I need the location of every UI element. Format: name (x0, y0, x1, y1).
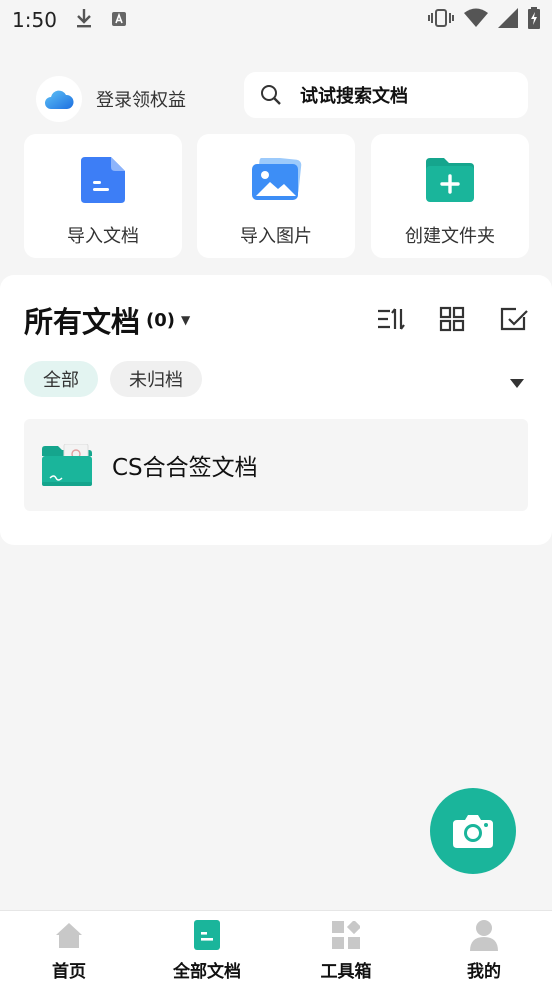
text-a-icon (111, 8, 127, 32)
image-icon (252, 158, 302, 200)
folder-add-icon (426, 158, 474, 202)
docs-title-dropdown[interactable]: 所有文档 (0) ▼ (24, 299, 190, 341)
battery-icon (528, 6, 540, 34)
search-icon (261, 85, 281, 105)
camera-icon (453, 815, 493, 848)
status-bar: 1:50 (0, 0, 552, 40)
filter-chip-unarchived[interactable]: 未归档 (110, 361, 202, 397)
signal-icon (498, 7, 518, 33)
import-image-button[interactable]: 导入图片 (197, 134, 355, 258)
sort-button[interactable] (374, 303, 406, 335)
nav-profile[interactable]: 我的 (424, 917, 544, 983)
login-link[interactable]: 登录领权益 (96, 86, 186, 112)
toolbox-icon (332, 921, 360, 949)
cloud-icon (45, 90, 74, 109)
nav-profile-label: 我的 (467, 962, 501, 982)
wifi-icon (464, 8, 488, 33)
vibrate-icon (428, 8, 454, 33)
status-time: 1:50 (12, 8, 57, 32)
search-input[interactable]: 试试搜索文档 (244, 72, 528, 118)
import-doc-button[interactable]: 导入文档 (24, 134, 182, 258)
cloud-avatar[interactable] (36, 76, 82, 122)
bottom-nav: 首页 全部文档 工具箱 我的 (0, 910, 552, 987)
nav-toolbox-label: 工具箱 (320, 962, 372, 982)
search-placeholder: 试试搜索文档 (300, 86, 408, 107)
folder-icon (42, 444, 92, 486)
profile-icon (470, 920, 498, 951)
caret-down-icon: ▼ (181, 313, 191, 327)
doc-icon (81, 157, 125, 203)
checkbox-edit-icon (500, 307, 528, 331)
home-icon (56, 923, 82, 948)
nav-home[interactable]: 首页 (9, 917, 129, 983)
page-title: 所有文档 (24, 305, 141, 339)
grid-view-button[interactable] (436, 303, 468, 335)
nav-all-docs-label: 全部文档 (173, 962, 241, 982)
docs-panel: 所有文档 (0) ▼ 全部 未归档 CS合合签文档 (0, 275, 552, 545)
nav-toolbox[interactable]: 工具箱 (286, 917, 406, 983)
header: 登录领权益 试试搜索文档 (0, 70, 552, 126)
sort-icon (378, 308, 405, 330)
grid-icon (439, 306, 465, 332)
select-button[interactable] (498, 303, 530, 335)
create-folder-button[interactable]: 创建文件夹 (371, 134, 529, 258)
import-doc-label: 导入文档 (67, 226, 139, 247)
camera-button[interactable] (430, 788, 516, 874)
docs-count: (0) (146, 309, 175, 331)
create-folder-label: 创建文件夹 (405, 226, 495, 247)
list-item[interactable]: CS合合签文档 (24, 419, 528, 511)
import-image-label: 导入图片 (240, 226, 312, 247)
docs-icon (194, 920, 220, 950)
download-icon (75, 7, 93, 34)
nav-all-docs[interactable]: 全部文档 (147, 917, 267, 983)
filter-caret-icon[interactable] (510, 374, 524, 393)
nav-home-label: 首页 (52, 962, 86, 982)
doc-name: CS合合签文档 (112, 455, 258, 481)
filter-chip-all[interactable]: 全部 (24, 361, 98, 397)
